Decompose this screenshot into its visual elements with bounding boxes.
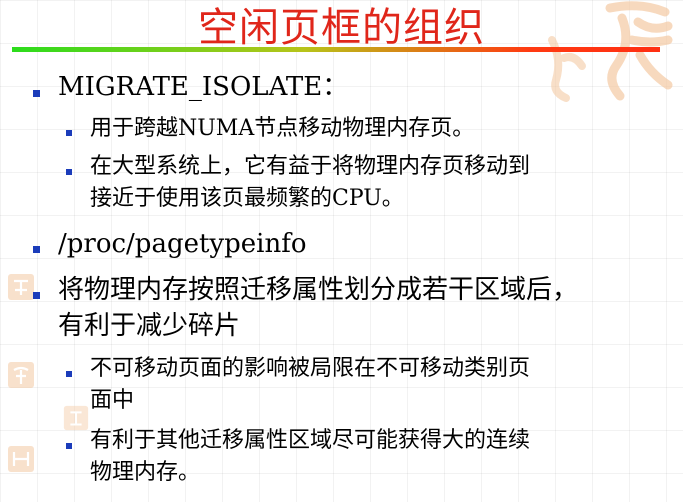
square-bullet-icon xyxy=(66,130,72,136)
sub-bullet-text: 用于跨越NUMA节点移动物理内存页。 xyxy=(90,116,475,141)
bullet-text: MIGRATE_ISOLATE： xyxy=(58,72,349,102)
square-bullet-icon xyxy=(66,443,72,449)
bullet-text-cont: 有利于减少碎片 xyxy=(58,311,241,341)
title-underline xyxy=(12,47,660,52)
seal-icon xyxy=(8,446,34,472)
sub-bullet-text-cont: 物理内存。 xyxy=(90,460,201,485)
sub-bullet-text: 在大型系统上，它有益于将物理内存页移动到 xyxy=(90,154,531,179)
seal-icon xyxy=(8,274,34,300)
bullet-text: 将物理内存按照迁移属性划分成若干区域后， xyxy=(58,275,579,305)
seal-icon xyxy=(63,405,89,431)
square-bullet-icon xyxy=(33,246,40,253)
sub-bullet-text: 不可移动页面的影响被局限在不可移动类别页 xyxy=(90,356,531,381)
seal-icon xyxy=(8,362,34,388)
sub-bullet-text: 有利于其他迁移属性区域尽可能获得大的连续 xyxy=(90,428,531,453)
square-bullet-icon xyxy=(66,169,72,175)
square-bullet-icon xyxy=(66,371,72,377)
slide-title: 空闲页框的组织 xyxy=(198,5,485,51)
square-bullet-icon xyxy=(33,292,40,299)
sub-bullet-text-cont: 接近于使用该页最频繁的CPU。 xyxy=(90,186,404,211)
sub-bullet-text-cont: 面中 xyxy=(90,388,135,413)
square-bullet-icon xyxy=(33,90,40,97)
bullet-text: /proc/pagetypeinfo xyxy=(58,229,307,259)
